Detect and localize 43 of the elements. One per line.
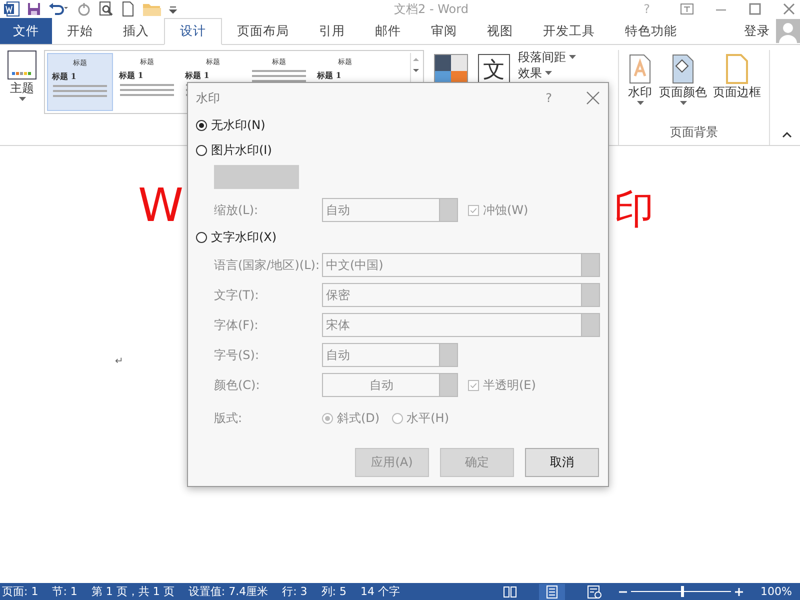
document-text: W bbox=[138, 178, 184, 232]
paragraph-spacing-button[interactable]: 段落间距 bbox=[518, 50, 576, 64]
ribbon-tab[interactable]: 开始 bbox=[52, 18, 108, 44]
page-background-button[interactable]: 页面边框 bbox=[711, 50, 763, 109]
status-item: 行: 3 bbox=[282, 584, 308, 599]
document-text: 印 bbox=[614, 186, 654, 235]
page-background-button[interactable]: 页面颜色 bbox=[657, 50, 709, 109]
theme-button[interactable]: 主题 bbox=[4, 50, 40, 145]
field-label: 缩放(L): bbox=[214, 202, 260, 218]
status-item: 页面: 1 bbox=[2, 584, 38, 599]
status-item: 列: 5 bbox=[321, 584, 346, 599]
ribbon-tab[interactable]: 页面布局 bbox=[222, 18, 304, 44]
radio-option[interactable]: 无水印(N) bbox=[196, 113, 266, 138]
ribbon-tab[interactable]: 审阅 bbox=[416, 18, 472, 44]
paragraph-mark: ↵ bbox=[115, 356, 124, 367]
sign-in-link[interactable]: 登录 bbox=[744, 18, 770, 44]
ribbon-tab[interactable]: 特色功能 bbox=[610, 18, 692, 44]
dialog-title: 水印 bbox=[196, 90, 221, 106]
status-item: 第 1 页，共 1 页 bbox=[91, 584, 174, 599]
ribbon-tab[interactable]: 视图 bbox=[472, 18, 528, 44]
field-label: 版式: bbox=[214, 410, 244, 426]
field-label: 字号(S): bbox=[214, 346, 260, 364]
radio-option[interactable]: 文字水印(X) bbox=[196, 225, 277, 250]
ribbon-tab[interactable]: 插入 bbox=[108, 18, 164, 44]
ribbon-tab[interactable]: 引用 bbox=[304, 18, 360, 44]
status-item: 节: 1 bbox=[52, 584, 78, 599]
zoom-level[interactable]: 100% bbox=[760, 585, 792, 598]
ribbon-tab[interactable]: 设计 bbox=[164, 18, 222, 45]
field-label: 语言(国家/地区)(L): bbox=[214, 256, 320, 274]
status-item: 设置值: 7.4厘米 bbox=[188, 584, 268, 599]
field-label: 文字(T): bbox=[214, 286, 260, 304]
dialog-button[interactable]: 取消 bbox=[525, 448, 599, 477]
page-background-button[interactable]: 水印 bbox=[625, 50, 655, 109]
status-item: 14 个字 bbox=[360, 584, 400, 599]
ribbon-tab[interactable]: 邮件 bbox=[360, 18, 416, 44]
group-label: 页面背景 bbox=[669, 124, 719, 141]
radio-option[interactable]: 图片水印(I) bbox=[196, 138, 272, 163]
field-label: 颜色(C): bbox=[214, 376, 261, 394]
ribbon-tab[interactable]: 文件 bbox=[0, 18, 52, 44]
ribbon-tab[interactable]: 开发工具 bbox=[528, 18, 610, 44]
window-title: 文档2 - Word bbox=[394, 0, 470, 18]
effects-button[interactable]: 效果 bbox=[518, 66, 552, 80]
field-label: 字体(F): bbox=[214, 316, 260, 334]
